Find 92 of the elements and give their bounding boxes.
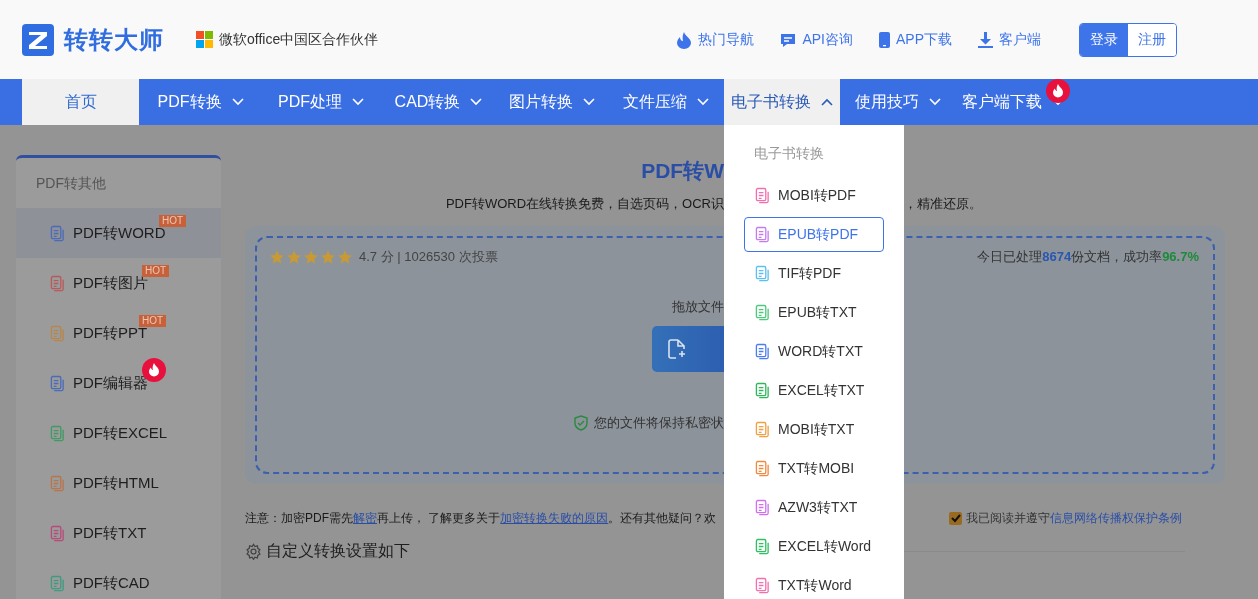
document-icon [755,538,770,555]
partner-text: 微软office中国区合作伙伴 [219,30,379,49]
description-text: PDF转WORD在线转换免费，自选页码，OCR识 [445,195,724,213]
hot-badge: HOT [139,315,167,327]
sidebar-item[interactable]: PDF转TXT [16,508,221,558]
document-icon [755,577,770,594]
chevron-down-icon [583,98,595,106]
sidebar-item[interactable]: PDF转图片 HOT [16,258,221,308]
sidebar-heading: PDF转其他 [35,174,107,193]
header-link[interactable]: APP下载 [879,30,952,49]
menu-item[interactable]: TXT转Word [744,568,884,599]
document-icon [50,374,65,392]
chevron-down-icon [928,98,941,106]
file-plus-icon [668,339,686,359]
star-icon [269,249,285,265]
chevron-up-icon [821,98,833,106]
privacy-text: 您的文件将保持私密状 [594,414,724,432]
document-icon [755,226,770,243]
document-icon [50,424,65,442]
flame-icon [676,30,693,49]
document-icon [50,324,65,342]
menu-item[interactable]: MOBI转PDF [744,178,884,213]
nav-tab[interactable]: PDF转换 [139,79,262,125]
menu-heading: 电子书转换 [753,145,825,163]
logo-icon [22,23,54,56]
chevron-down-icon [470,98,483,106]
download-icon [978,31,993,48]
consent-checkbox[interactable] [949,511,962,525]
document-icon [755,421,770,438]
chevron-down-icon [231,98,244,106]
chevron-down-icon [696,98,709,106]
description-text: ，精准还原。 [904,195,983,213]
document-icon [755,460,770,477]
menu-item[interactable]: EXCEL转TXT [744,373,884,408]
hot-badge: HOT [159,215,187,227]
document-icon [755,304,770,321]
menu-item[interactable]: EPUB转TXT [744,295,884,330]
nav-tab[interactable]: 电子书转换 [724,79,840,125]
star-icon [303,249,319,265]
settings-icon [245,543,262,560]
notice-text: 注意：加密PDF需先解密再上传， 了解更多关于加密转换失败的原因。还有其他疑问？欢 [245,510,717,526]
upload-button[interactable] [652,326,724,372]
chevron-down-icon [352,98,364,106]
nav-tab[interactable]: PDF处理 [262,79,380,125]
chat-icon [780,31,797,48]
star-icon [320,249,336,265]
document-icon [755,265,770,282]
document-icon [50,474,65,492]
sidebar-item[interactable]: PDF转HTML [16,458,221,508]
document-icon [755,382,770,399]
document-icon [50,574,65,592]
menu-item[interactable]: EXCEL转Word [744,529,884,564]
nav-tab[interactable]: 首页 [22,79,139,125]
header-link[interactable]: 热门导航 [676,30,755,49]
document-icon [50,224,65,242]
nav-tab[interactable]: CAD转换 [380,79,497,125]
windows-logo-icon [196,31,213,48]
document-icon [755,187,770,204]
menu-item[interactable]: TIF转PDF [744,256,884,291]
nav-tab[interactable]: 客户端下载 [955,79,1070,125]
sidebar-item[interactable]: PDF转WORD HOT [16,208,221,258]
sidebar-item[interactable]: PDF编辑器 [16,358,221,408]
document-icon [50,274,65,292]
section-heading: 自定义转换设置如下 [266,541,410,561]
document-icon [755,343,770,360]
nav-tab[interactable]: 文件压缩 [607,79,724,125]
drop-hint: 拖放文件 [672,298,724,316]
hot-badge: HOT [142,265,170,277]
star-icon [286,249,302,265]
menu-item[interactable]: MOBI转TXT [744,412,884,447]
rating-text: 4.7 分 | 1026530 次投票 [359,248,498,266]
star-icon [337,249,353,265]
consent-text: 我已阅读并遵守信息网络传播权保护条例 [966,510,1182,526]
header-link[interactable]: API咨询 [780,30,853,49]
nav-tab[interactable]: 图片转换 [497,79,607,125]
shield-check-icon [574,415,588,431]
menu-item[interactable]: WORD转TXT [744,334,884,369]
login-button[interactable]: 登录 [1080,23,1128,56]
header-link[interactable]: 客户端 [978,30,1041,49]
register-button[interactable]: 注册 [1128,23,1176,56]
document-icon [50,524,65,542]
sidebar-item[interactable]: PDF转CAD [16,558,221,599]
phone-icon [879,31,890,48]
page-title: PDF转W [641,158,724,184]
document-icon [755,499,770,516]
logo-text: 转转大师 [64,24,164,55]
menu-item[interactable]: AZW3转TXT [744,490,884,525]
menu-item[interactable]: EPUB转PDF [744,217,884,252]
stats-text: 今日已处理8674份文档，成功率96.7% [977,248,1200,266]
nav-tab[interactable]: 使用技巧 [840,79,955,125]
sidebar-item[interactable]: PDF转PPT HOT [16,308,221,358]
sidebar-item[interactable]: PDF转EXCEL [16,408,221,458]
